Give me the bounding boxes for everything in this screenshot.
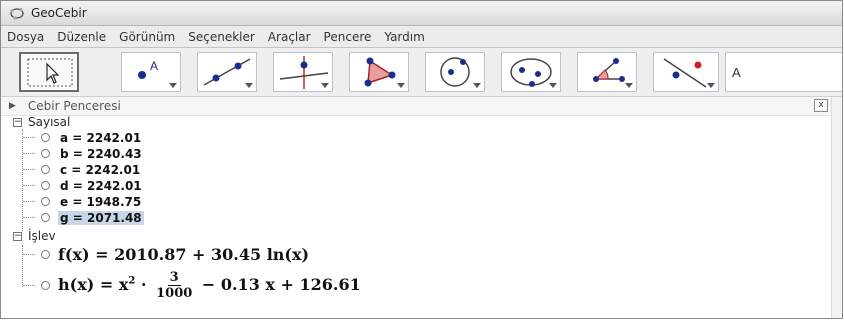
collapse-arrow-icon[interactable]: ▶ [9, 101, 16, 111]
function-item-f[interactable]: f(x) = 2010.87 + 30.45 ln(x) [23, 243, 309, 265]
algebra-tree: − Sayısal a = 2242.01 b = 2240.43 c = 22… [1, 115, 830, 318]
algebra-panel-title: Cebir Penceresi [27, 99, 121, 113]
menu-bar: Dosya Düzenle Görünüm Seçenekler Araçlar… [1, 26, 842, 48]
menu-pencere[interactable]: Pencere [324, 30, 372, 44]
list-item[interactable]: e = 1948.75 [23, 194, 143, 209]
svg-text:A: A [150, 59, 158, 73]
collapse-minus-icon[interactable]: − [13, 117, 22, 127]
visibility-toggle-icon[interactable] [41, 197, 50, 206]
list-item-selected[interactable]: g = 2071.48 [23, 210, 144, 225]
collapse-minus-icon[interactable]: − [13, 231, 22, 241]
window-title: GeoCebir [31, 6, 87, 20]
cursor-arrow-icon [27, 58, 73, 87]
line-tool-button[interactable] [197, 52, 257, 92]
menu-secenekler[interactable]: Seçenekler [188, 30, 255, 44]
geogebra-app-icon [10, 7, 24, 20]
polygon-tool-button[interactable] [349, 52, 409, 92]
visibility-toggle-icon[interactable] [41, 249, 50, 259]
list-item[interactable]: c = 2242.01 [23, 162, 142, 177]
menu-dosya[interactable]: Dosya [7, 30, 44, 44]
ellipse-tool-button[interactable] [501, 52, 561, 92]
perpendicular-tool-button[interactable] [273, 52, 333, 92]
list-item[interactable]: d = 2242.01 [23, 178, 144, 193]
move-tool-button[interactable] [19, 52, 79, 92]
menu-gorunum[interactable]: Görünüm [119, 30, 175, 44]
visibility-toggle-icon[interactable] [41, 165, 50, 174]
function-item-h[interactable]: h(x) = x2 · 3 1000 − 0.13 x + 126.61 [23, 267, 361, 303]
visibility-toggle-icon[interactable] [41, 181, 50, 190]
group-sayisal[interactable]: − Sayısal [13, 115, 70, 129]
visibility-toggle-icon[interactable] [41, 133, 50, 142]
value-text[interactable]: b = 2240.43 [58, 147, 144, 161]
value-text[interactable]: a = 2242.01 [58, 131, 143, 145]
visibility-toggle-icon[interactable] [41, 213, 50, 222]
group-label: Sayısal [28, 115, 71, 129]
group-islev[interactable]: − İşlev [13, 229, 56, 243]
partial-tool-icon: A [732, 65, 741, 80]
vertical-scrollbar[interactable] [831, 97, 842, 318]
close-icon[interactable]: x [814, 99, 828, 112]
reflect-tool-button[interactable] [653, 52, 719, 92]
value-text[interactable]: g = 2071.48 [58, 210, 144, 225]
menu-duzenle[interactable]: Düzenle [57, 30, 106, 44]
list-item[interactable]: b = 2240.43 [23, 146, 144, 161]
angle-tool-button[interactable] [577, 52, 637, 92]
group-label: İşlev [28, 229, 56, 243]
visibility-toggle-icon[interactable] [41, 149, 50, 158]
next-tool-button[interactable]: A [725, 52, 842, 92]
value-text[interactable]: c = 2242.01 [58, 163, 142, 177]
value-text[interactable]: e = 1948.75 [58, 195, 143, 209]
value-text[interactable]: d = 2242.01 [58, 179, 144, 193]
function-expression[interactable]: h(x) = x2 · 3 1000 − 0.13 x + 126.61 [58, 270, 361, 301]
toolbar: A A [1, 48, 842, 97]
fraction: 3 1000 [156, 269, 193, 301]
menu-araclar[interactable]: Araçlar [268, 30, 311, 44]
geogebra-window: GeoCebir Dosya Düzenle Görünüm Seçenekle… [0, 0, 843, 319]
algebra-panel-header: ▶ Cebir Penceresi x [1, 97, 842, 116]
svg-text:A: A [732, 65, 741, 80]
function-expression[interactable]: f(x) = 2010.87 + 30.45 ln(x) [58, 245, 309, 264]
title-bar: GeoCebir [1, 1, 842, 26]
menu-yardim[interactable]: Yardım [384, 30, 424, 44]
point-tool-button[interactable]: A [121, 52, 181, 92]
circle-tool-button[interactable] [425, 52, 485, 92]
list-item[interactable]: a = 2242.01 [23, 130, 143, 145]
visibility-toggle-icon[interactable] [41, 280, 50, 290]
